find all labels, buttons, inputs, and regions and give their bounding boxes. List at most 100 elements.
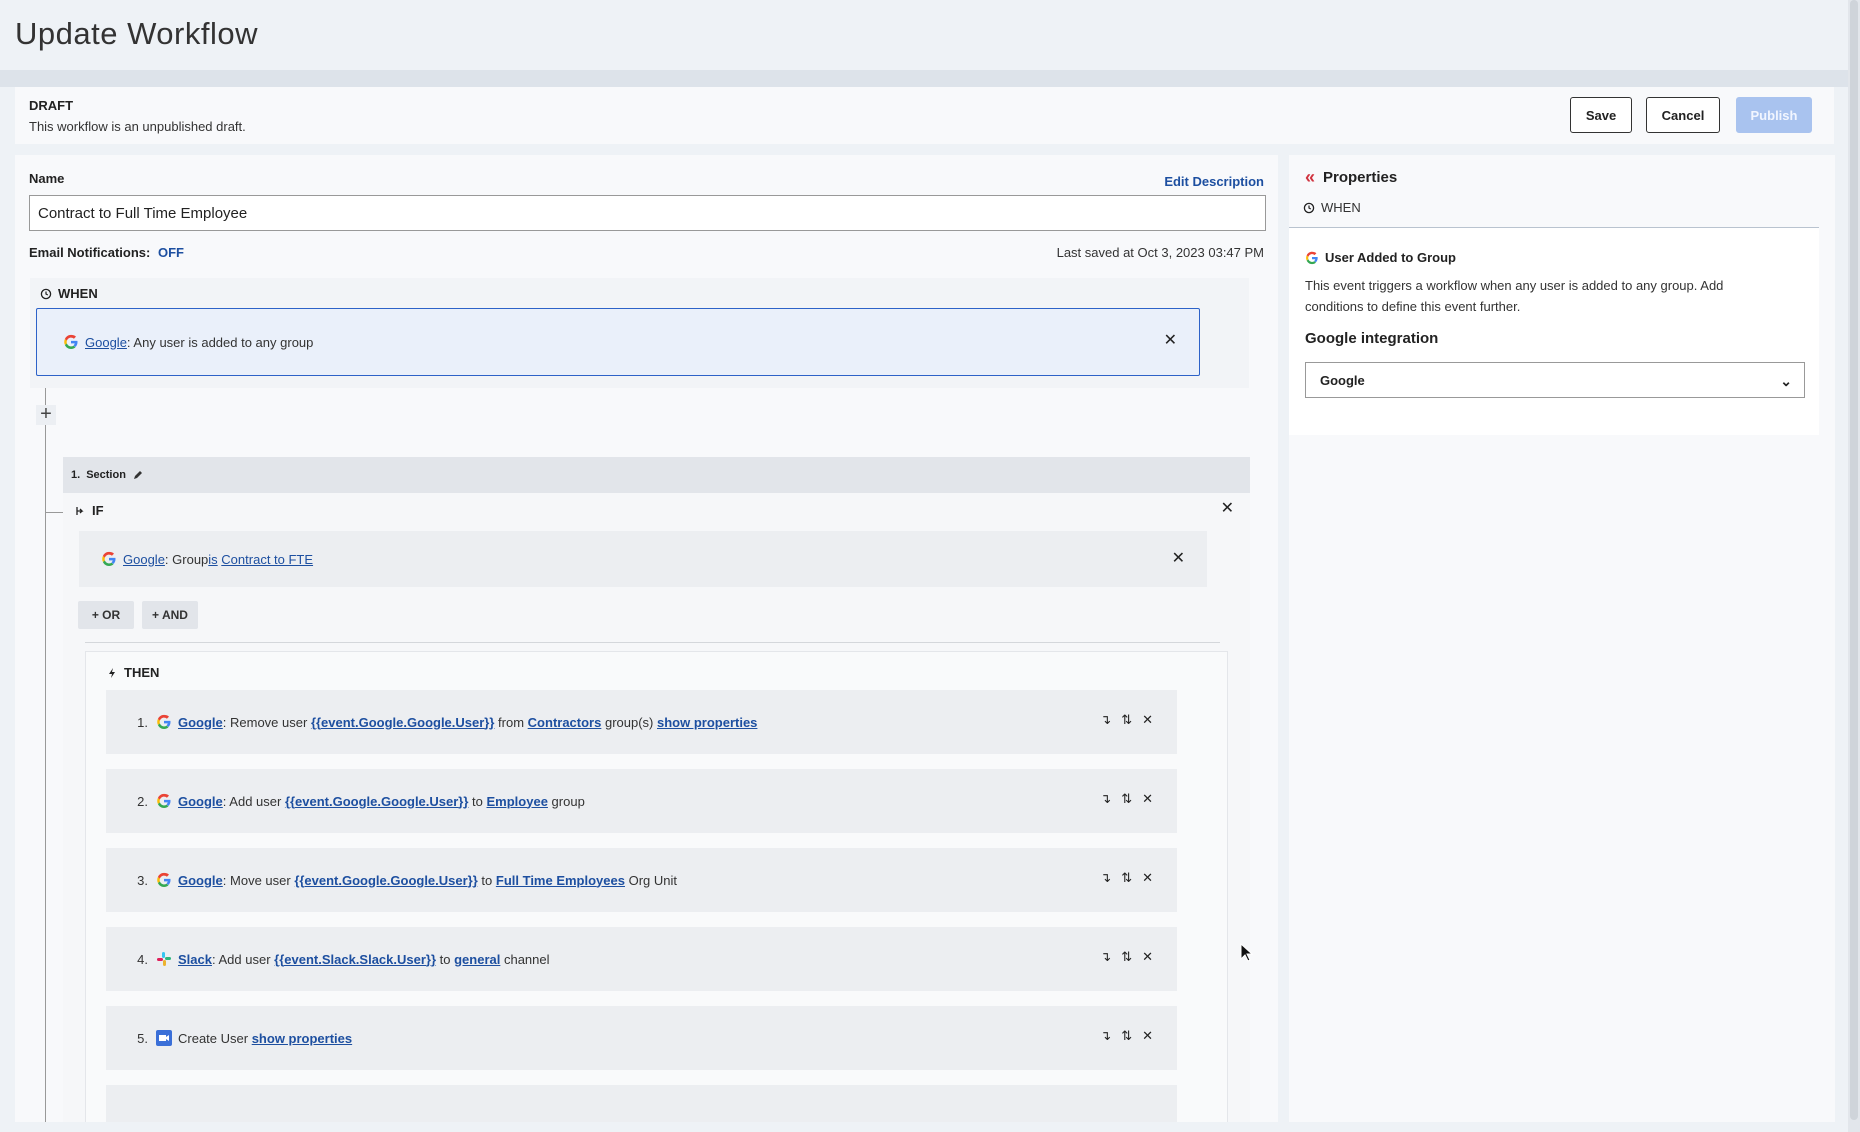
collapse-chevron-icon[interactable]: « (1305, 167, 1315, 188)
action-row[interactable]: 2. Google: Add user {{event.Google.Googl… (106, 769, 1177, 833)
action-target-link[interactable]: Contractors (528, 715, 602, 730)
condition-text: : Group (164, 551, 209, 567)
when-trigger[interactable]: Google: Any user is added to any group ✕ (36, 308, 1200, 376)
condition-row[interactable]: Google: Group is Contract to FTE ✕ (79, 531, 1207, 587)
action-controls: ↴ ⇅ ✕ (1100, 870, 1153, 886)
reorder-icon[interactable]: ⇅ (1121, 870, 1132, 886)
move-down-icon[interactable]: ↴ (1100, 949, 1111, 965)
action-row[interactable]: 3. Google: Move user {{event.Google.Goog… (106, 848, 1177, 912)
properties-title: Properties (1323, 169, 1398, 186)
close-icon[interactable]: ✕ (1142, 791, 1153, 807)
window-scrollbar[interactable] (1848, 0, 1860, 1132)
condition-value-link[interactable]: Contract to FTE (221, 552, 313, 567)
then-label: THEN (124, 665, 160, 680)
section-header: 1. Section (63, 457, 1250, 493)
action-target-link[interactable]: general (454, 952, 500, 967)
lightning-icon (109, 667, 115, 678)
action-row[interactable] (106, 1085, 1177, 1122)
event-description: This event triggers a workflow when any … (1305, 278, 1724, 314)
divider (85, 642, 1220, 643)
event-title: User Added to Group (1305, 250, 1456, 265)
draft-label: DRAFT (29, 98, 74, 113)
pencil-icon[interactable] (132, 469, 144, 481)
name-input[interactable] (29, 195, 1266, 231)
move-down-icon[interactable]: ↴ (1100, 870, 1111, 886)
properties-when: WHEN (1303, 200, 1361, 215)
close-icon[interactable]: ✕ (1172, 551, 1185, 567)
action-target-link[interactable]: Full Time Employees (496, 873, 625, 888)
action-row[interactable]: 1. Google: Remove user {{event.Google.Go… (106, 690, 1177, 754)
action-number: 3. (137, 872, 148, 888)
if-header: IF (74, 503, 104, 518)
connector-line (45, 388, 46, 1122)
action-text: to (436, 951, 455, 967)
save-button[interactable]: Save (1570, 97, 1632, 133)
publish-button[interactable]: Publish (1736, 97, 1812, 133)
reorder-icon[interactable]: ⇅ (1121, 791, 1132, 807)
action-text: to (477, 872, 496, 888)
slack-icon (157, 952, 171, 966)
last-saved: Last saved at Oct 3, 2023 03:47 PM (1056, 245, 1264, 260)
close-icon[interactable]: ✕ (1221, 501, 1234, 517)
action-number: 2. (137, 793, 148, 809)
action-text: group (547, 793, 585, 809)
action-variable-link[interactable]: {{event.Google.Google.User}} (311, 715, 495, 730)
close-icon[interactable]: ✕ (1142, 712, 1153, 728)
action-app-link[interactable]: Google (178, 873, 223, 888)
reorder-icon[interactable]: ⇅ (1121, 949, 1132, 965)
move-down-icon[interactable]: ↴ (1100, 1028, 1111, 1044)
show-properties-link[interactable]: show properties (252, 1031, 352, 1046)
scrollbar-thumb[interactable] (1850, 0, 1858, 1120)
chevron-down-icon: ⌄ (1780, 373, 1792, 389)
action-variable-link[interactable]: {{event.Google.Google.User}} (285, 794, 469, 809)
add-step-icon[interactable]: + (36, 404, 56, 425)
action-row[interactable]: 5. Create User show properties ↴ ⇅ ✕ (106, 1006, 1177, 1070)
trigger-app-link[interactable]: Google (85, 335, 127, 350)
close-icon[interactable]: ✕ (1164, 333, 1177, 349)
cancel-button[interactable]: Cancel (1646, 97, 1720, 133)
email-label: Email Notifications: (29, 245, 151, 260)
trigger-text: : Any user is added to any group (126, 334, 314, 350)
if-block: IF ✕ Google: Group is Contract to FTE ✕ … (63, 493, 1250, 1122)
action-text: : Add user (211, 951, 275, 967)
action-controls: ↴ ⇅ ✕ (1100, 712, 1153, 728)
action-controls: ↴ ⇅ ✕ (1100, 1028, 1153, 1044)
move-down-icon[interactable]: ↴ (1100, 712, 1111, 728)
integration-select[interactable]: Google ⌄ (1305, 362, 1805, 398)
condition-operator-link[interactable]: is (208, 552, 217, 567)
name-label: Name (29, 171, 65, 186)
action-text: Org Unit (624, 872, 677, 888)
close-icon[interactable]: ✕ (1142, 1028, 1153, 1044)
reorder-icon[interactable]: ⇅ (1121, 712, 1132, 728)
close-icon[interactable]: ✕ (1142, 949, 1153, 965)
action-target-link[interactable]: Employee (487, 794, 548, 809)
add-and-button[interactable]: + AND (142, 601, 198, 629)
action-app-link[interactable]: Slack (178, 952, 212, 967)
action-text: to (468, 793, 487, 809)
if-label: IF (92, 503, 104, 518)
edit-description-link[interactable]: Edit Description (1164, 174, 1264, 189)
action-variable-link[interactable]: {{event.Google.Google.User}} (294, 873, 478, 888)
action-app-link[interactable]: Google (178, 715, 223, 730)
action-text: : Move user (222, 872, 295, 888)
condition-app-link[interactable]: Google (123, 552, 165, 567)
top-band (0, 70, 1848, 87)
then-block: THEN 1. Google: Remove user {{event.Goog… (85, 651, 1228, 1122)
move-down-icon[interactable]: ↴ (1100, 791, 1111, 807)
close-icon[interactable]: ✕ (1142, 870, 1153, 886)
branch-icon (76, 506, 84, 515)
email-notifications: Email Notifications: OFF (29, 245, 184, 260)
when-label: WHEN (58, 286, 98, 301)
action-controls: ↴ ⇅ ✕ (1100, 791, 1153, 807)
email-toggle[interactable]: OFF (158, 245, 184, 260)
clock-refresh-icon (40, 288, 52, 299)
add-or-button[interactable]: + OR (78, 601, 134, 629)
reorder-icon[interactable]: ⇅ (1121, 1028, 1132, 1044)
action-row[interactable]: 4. Slack: Add user {{event.Slack.Slack.U… (106, 927, 1177, 991)
action-text: : Add user (222, 793, 285, 809)
action-app-link[interactable]: Google (178, 794, 223, 809)
show-properties-link[interactable]: show properties (657, 715, 757, 730)
action-variable-link[interactable]: {{event.Slack.Slack.User}} (274, 952, 436, 967)
google-icon (157, 714, 171, 729)
when-header: WHEN (40, 286, 98, 301)
